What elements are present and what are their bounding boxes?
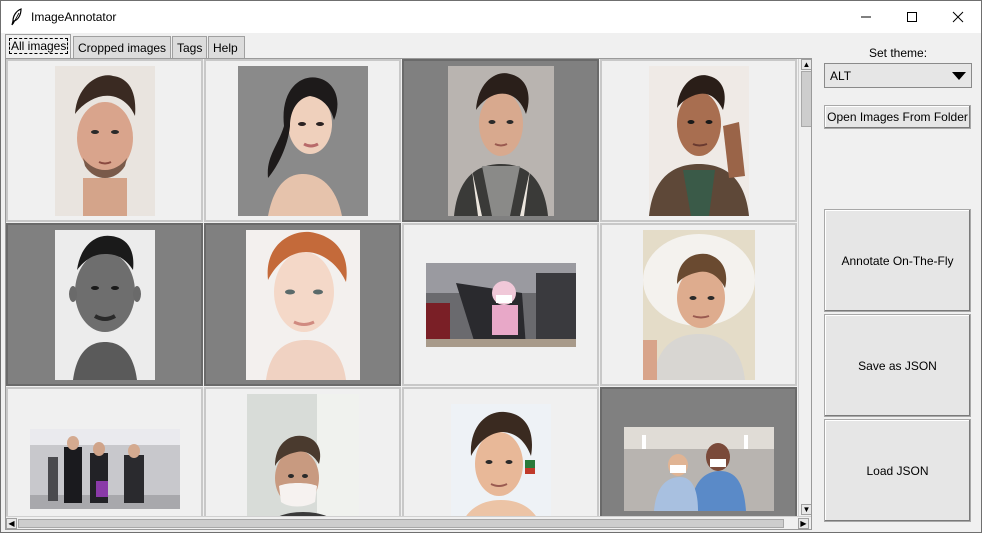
image-cell-5[interactable]	[6, 223, 203, 386]
tab-cropped-images[interactable]: Cropped images	[73, 36, 171, 58]
horizontal-scrollbar[interactable]: ◀ ▶	[6, 516, 811, 529]
minimize-icon	[861, 16, 871, 18]
image-cell-2[interactable]	[204, 59, 401, 222]
image-cell-4[interactable]	[600, 59, 797, 222]
people-with-masks-airport	[29, 428, 180, 509]
person-wearing-mask	[246, 393, 359, 529]
chevron-down-icon	[952, 72, 966, 80]
scroll-up-button[interactable]: ▲	[801, 59, 811, 70]
maximize-button[interactable]	[889, 1, 935, 33]
vertical-scroll-thumb[interactable]	[801, 71, 811, 127]
portrait-woman-dark-hair	[237, 65, 368, 216]
portrait-woman-red-hair	[245, 229, 360, 380]
image-cell-6[interactable]	[204, 223, 401, 386]
close-button[interactable]	[935, 1, 981, 33]
minimize-button[interactable]	[843, 1, 889, 33]
save-json-button[interactable]: Save as JSON	[824, 314, 971, 417]
open-images-label: Open Images From Folder	[827, 110, 968, 124]
theme-select-value: ALT	[830, 69, 852, 83]
scroll-right-button[interactable]: ▶	[798, 518, 809, 529]
save-json-label: Save as JSON	[858, 358, 937, 373]
tab-label: Cropped images	[78, 41, 167, 55]
child-in-stroller-masks	[425, 262, 576, 347]
image-cell-10[interactable]	[204, 387, 401, 529]
image-cell-1[interactable]	[6, 59, 203, 222]
feather-icon	[11, 8, 22, 26]
app-window: ImageAnnotator All images Cropped images…	[0, 0, 982, 533]
young-man-with-bracelet	[450, 403, 551, 529]
load-json-label: Load JSON	[866, 463, 929, 478]
image-cell-11[interactable]	[402, 387, 599, 529]
tab-label: All images	[8, 38, 69, 54]
scroll-left-button[interactable]: ◀	[6, 518, 17, 529]
portrait-man-black-and-white	[54, 229, 155, 380]
annotate-label: Annotate On-The-Fly	[841, 253, 954, 268]
arrow-left-icon: ◀	[8, 519, 15, 528]
vertical-scrollbar[interactable]: ▲ ▼	[798, 59, 811, 516]
close-icon	[952, 11, 964, 23]
scroll-down-button[interactable]: ▼	[801, 504, 811, 515]
image-cell-7[interactable]	[402, 223, 599, 386]
maximize-icon	[907, 12, 917, 22]
image-cell-9[interactable]	[6, 387, 203, 529]
image-cell-3[interactable]	[402, 59, 599, 222]
horizontal-scroll-thumb[interactable]	[18, 519, 784, 528]
portrait-young-man-jacket	[447, 65, 554, 216]
open-images-button[interactable]: Open Images From Folder	[824, 105, 971, 129]
young-man-lying-on-pillow	[642, 229, 755, 380]
image-cell-8[interactable]	[600, 223, 797, 386]
portrait-man-green-shirt	[648, 65, 749, 216]
tab-all-images[interactable]: All images	[5, 34, 71, 58]
tab-help[interactable]: Help	[208, 36, 245, 58]
tab-label: Tags	[177, 41, 203, 55]
image-gallery: ▲ ▼ ◀ ▶	[5, 58, 812, 530]
arrow-right-icon: ▶	[800, 519, 807, 528]
theme-select[interactable]: ALT	[824, 63, 972, 88]
window-title: ImageAnnotator	[31, 10, 117, 24]
portrait-man-styled-hair	[54, 65, 155, 216]
image-cell-12[interactable]	[600, 387, 797, 529]
theme-label: Set theme:	[869, 46, 928, 60]
arrow-down-icon: ▼	[802, 505, 811, 514]
woman-carrying-child-masks	[623, 426, 774, 511]
tab-tags[interactable]: Tags	[172, 36, 207, 58]
annotate-button[interactable]: Annotate On-The-Fly	[824, 209, 971, 312]
arrow-up-icon: ▲	[802, 60, 811, 69]
tab-label: Help	[213, 41, 238, 55]
title-bar: ImageAnnotator	[1, 1, 981, 33]
load-json-button[interactable]: Load JSON	[824, 419, 971, 522]
